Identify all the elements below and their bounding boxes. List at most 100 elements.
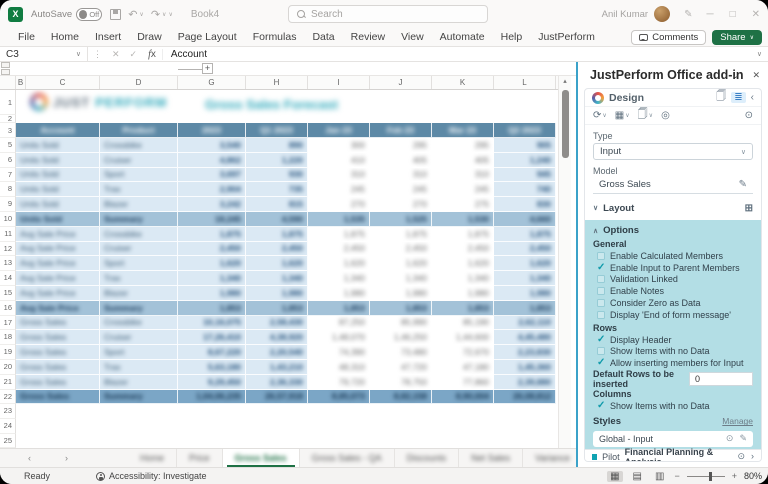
table-cell[interactable]: 245 xyxy=(370,182,432,197)
menu-item-page-layout[interactable]: Page Layout xyxy=(170,31,245,43)
select-all-corner[interactable] xyxy=(0,76,16,89)
row-header-25[interactable]: 25 xyxy=(0,434,16,449)
table-cell[interactable]: 4,862 xyxy=(178,153,246,168)
table-cell[interactable]: 4,660 xyxy=(494,212,556,227)
table-cell[interactable]: Units Sold xyxy=(16,182,100,197)
page-break-view-button[interactable]: ▥ xyxy=(652,471,667,482)
name-box[interactable]: C3 ∨ xyxy=(0,47,88,61)
normal-view-button[interactable]: ▦ xyxy=(607,471,622,482)
table-row[interactable]: Gross SalesSport8,67,2202,20,54074,39073… xyxy=(16,345,556,360)
outline-expand-button[interactable]: + xyxy=(202,63,213,74)
table-cell[interactable]: 26,57,918 xyxy=(246,390,308,405)
row-header-20[interactable]: 20 xyxy=(0,360,16,375)
table-cell[interactable]: 2,58,430 xyxy=(246,316,308,331)
table-cell[interactable]: Units Sold xyxy=(16,168,100,183)
menu-item-data[interactable]: Data xyxy=(304,31,342,43)
table-cell[interactable]: 2,450 xyxy=(308,242,370,257)
table-cell[interactable]: 1,620 xyxy=(432,256,494,271)
table-cell[interactable]: 1,980 xyxy=(246,286,308,301)
minimize-button[interactable]: ─ xyxy=(706,9,713,20)
table-cell[interactable]: 3,540 xyxy=(178,138,246,153)
table-row[interactable]: Avg Sale PriceCruiser2,4502,4502,4502,45… xyxy=(16,242,556,257)
table-cell[interactable]: 4,38,920 xyxy=(246,330,308,345)
table-cell[interactable]: Blazer xyxy=(100,197,178,212)
formula-content[interactable]: Account xyxy=(163,49,207,60)
table-cell[interactable]: Blazer xyxy=(100,375,178,390)
checkbox-unchecked-icon[interactable] xyxy=(597,299,605,307)
table-row[interactable]: Gross SalesCruiser17,26,4104,38,9201,48,… xyxy=(16,330,556,345)
user-profile-icon[interactable]: ⊙ xyxy=(737,451,745,462)
row-header-19[interactable]: 19 xyxy=(0,345,16,360)
table-cell[interactable]: 405 xyxy=(432,153,494,168)
menu-item-file[interactable]: File xyxy=(10,31,43,43)
table-cell[interactable]: 1,340 xyxy=(246,271,308,286)
layout-grid-icon[interactable]: ⊞ xyxy=(745,203,753,214)
table-cell[interactable]: Gross Sales xyxy=(16,390,100,405)
excel-app-icon[interactable]: X xyxy=(8,7,23,22)
table-cell[interactable]: 8,90,004 xyxy=(432,390,494,405)
table-cell[interactable]: 1,980 xyxy=(308,286,370,301)
row-header-6[interactable]: 6 xyxy=(0,153,16,168)
option-row[interactable]: Consider Zero as Data xyxy=(593,297,753,309)
table-cell[interactable]: Avg Sale Price xyxy=(16,227,100,242)
checkbox-unchecked-icon[interactable] xyxy=(597,275,605,283)
table-cell[interactable]: 48,310 xyxy=(308,360,370,375)
table-cell[interactable]: 295 xyxy=(432,138,494,153)
undo-chevron-icon[interactable]: ∨ xyxy=(139,11,143,18)
column-header-K[interactable]: K xyxy=(432,76,494,89)
row-header-7[interactable]: 7 xyxy=(0,168,16,183)
redo-icon[interactable]: ↷ xyxy=(151,8,160,21)
row-header-1[interactable]: 1 xyxy=(0,90,16,115)
list-view-icon[interactable]: ≣ xyxy=(731,92,745,103)
row-header-10[interactable]: 10 xyxy=(0,212,16,227)
table-cell[interactable]: 1,620 xyxy=(494,256,556,271)
table-cell[interactable]: Trax xyxy=(100,360,178,375)
table-cell[interactable]: 1,48,070 xyxy=(308,330,370,345)
table-cell[interactable]: 310 xyxy=(370,168,432,183)
column-header-G[interactable]: G xyxy=(178,76,246,89)
table-cell[interactable]: 1,340 xyxy=(308,271,370,286)
table-cell[interactable]: 1,535 xyxy=(308,212,370,227)
option-row[interactable]: Validation Linked xyxy=(593,274,753,286)
table-cell[interactable]: 1,980 xyxy=(370,286,432,301)
autosave-toggle[interactable]: Off xyxy=(76,8,102,21)
table-cell[interactable]: 1,875 xyxy=(370,227,432,242)
row-header-17[interactable]: 17 xyxy=(0,316,16,331)
forecast-table[interactable]: AccountProduct2023Q1 2023Jan 23Feb 23Mar… xyxy=(16,123,556,404)
tabs-scroll-left-icon[interactable]: ‹ xyxy=(28,453,31,463)
column-header-I[interactable]: I xyxy=(308,76,370,89)
document-tool-button[interactable]: 🗍∨ xyxy=(638,107,653,124)
table-cell[interactable]: 1,240 xyxy=(494,153,556,168)
table-row[interactable]: Gross SalesBlazer9,29,4502,36,33079,7207… xyxy=(16,375,556,390)
table-cell[interactable]: 1,980 xyxy=(178,286,246,301)
confirm-entry-icon[interactable]: ✓ xyxy=(125,49,143,60)
outline-level-1-button[interactable] xyxy=(1,62,10,68)
menu-item-insert[interactable]: Insert xyxy=(87,31,129,43)
table-cell[interactable]: Units Sold xyxy=(16,212,100,227)
sheet-tab-net-sales[interactable]: Net Sales xyxy=(459,449,523,467)
table-cell[interactable]: 74,390 xyxy=(308,345,370,360)
table-cell[interactable]: Blazer xyxy=(100,286,178,301)
taskpane-menu-chevron-icon[interactable]: ⌄ xyxy=(732,70,740,81)
table-cell[interactable]: Trax xyxy=(100,271,178,286)
table-cell[interactable]: 1,04,06,235 xyxy=(178,390,246,405)
table-row[interactable]: Units SoldSummary18,2454,5901,5351,5251,… xyxy=(16,212,556,227)
checkbox-unchecked-icon[interactable] xyxy=(597,311,605,319)
table-cell[interactable]: 47,720 xyxy=(370,360,432,375)
sheet-tab-home[interactable]: Home xyxy=(128,449,177,467)
table-cell[interactable]: 2,36,330 xyxy=(246,375,308,390)
table-row[interactable]: Units SoldSport3,697930310310310945 xyxy=(16,168,556,183)
table-cell[interactable]: Gross Sales xyxy=(16,330,100,345)
table-cell[interactable]: 1,44,600 xyxy=(432,330,494,345)
publish-button[interactable]: ⊙ xyxy=(745,110,753,121)
table-cell[interactable]: 4,45,480 xyxy=(494,330,556,345)
table-row[interactable]: Units SoldCrossbike3,540890300295295905 xyxy=(16,138,556,153)
table-cell[interactable]: 245 xyxy=(432,182,494,197)
table-cell[interactable]: 3,697 xyxy=(178,168,246,183)
table-cell[interactable]: 1,853 xyxy=(494,301,556,316)
table-cell[interactable]: 1,620 xyxy=(178,256,246,271)
undo-icon[interactable]: ↶ xyxy=(128,8,137,21)
table-cell[interactable]: 310 xyxy=(432,168,494,183)
sheet-tab-gross-sales[interactable]: Gross Sales xyxy=(223,449,300,467)
table-cell[interactable]: 890 xyxy=(246,138,308,153)
